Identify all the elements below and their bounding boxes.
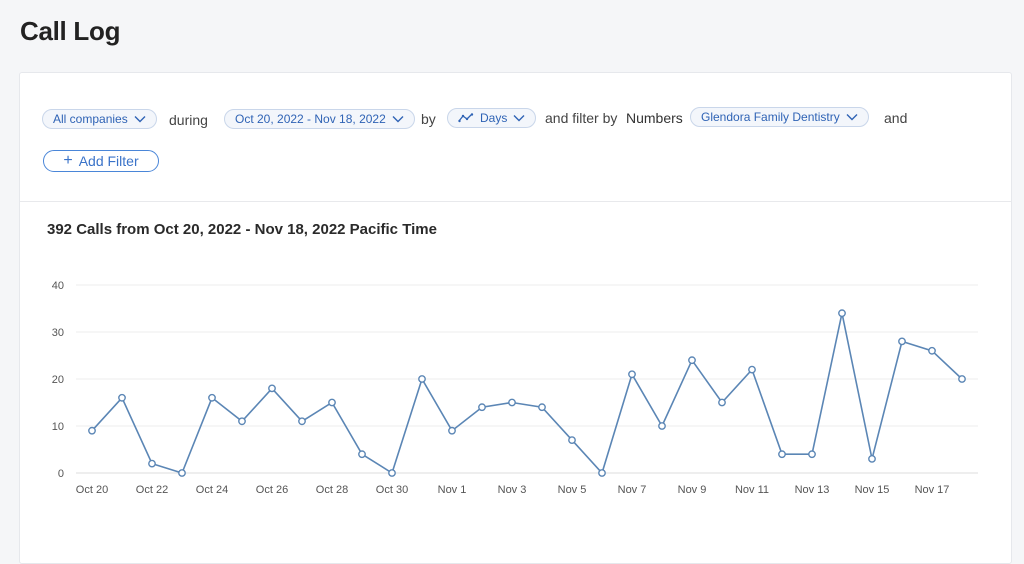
x-tick-label: Nov 13 — [795, 484, 830, 496]
y-tick-label: 30 — [52, 327, 64, 339]
x-tick-label: Oct 28 — [316, 484, 348, 496]
data-point[interactable] — [748, 365, 756, 374]
x-tick-label: Oct 22 — [136, 484, 168, 496]
y-tick-label: 10 — [52, 421, 64, 433]
y-tick-label: 20 — [52, 374, 64, 386]
data-point[interactable] — [838, 309, 846, 318]
x-tick-label: Nov 15 — [855, 484, 890, 496]
data-point[interactable] — [88, 426, 96, 435]
data-point[interactable] — [418, 375, 426, 383]
data-point[interactable] — [178, 469, 186, 477]
data-point[interactable] — [598, 469, 606, 477]
data-point[interactable] — [808, 450, 816, 459]
data-point[interactable] — [508, 398, 516, 407]
x-tick-label: Nov 11 — [735, 484, 769, 496]
data-point[interactable] — [868, 454, 876, 463]
x-tick-label: Oct 30 — [376, 484, 408, 496]
calls-line-chart: 0 10 20 30 40 Oct 20 Oct 22 Oct 24 Oct 26 Oct 28 O… — [52, 280, 978, 496]
x-tick-label: Nov 5 — [558, 484, 587, 496]
data-point[interactable] — [928, 346, 936, 355]
data-point[interactable] — [688, 356, 696, 365]
data-point[interactable] — [448, 426, 456, 435]
data-point[interactable] — [718, 398, 726, 407]
data-point[interactable] — [268, 384, 276, 393]
data-point[interactable] — [958, 375, 966, 383]
x-tick-label: Nov 9 — [678, 484, 707, 496]
data-point[interactable] — [118, 393, 126, 402]
data-point[interactable] — [148, 459, 156, 468]
x-tick-label: Oct 20 — [76, 484, 108, 496]
x-tick-label: Nov 1 — [438, 484, 467, 496]
x-tick-label: Oct 26 — [256, 484, 288, 496]
data-point[interactable] — [208, 393, 216, 402]
data-point[interactable] — [658, 422, 666, 430]
data-point[interactable] — [568, 436, 576, 444]
data-point[interactable] — [538, 403, 546, 412]
data-point[interactable] — [898, 337, 906, 346]
data-point[interactable] — [298, 417, 306, 426]
y-tick-label: 40 — [52, 280, 64, 292]
x-tick-label: Oct 24 — [196, 484, 228, 496]
data-point[interactable] — [628, 370, 636, 379]
x-tick-label: Nov 17 — [915, 484, 950, 496]
y-tick-label: 0 — [58, 468, 64, 480]
data-point[interactable] — [358, 450, 366, 459]
x-tick-label: Nov 3 — [498, 484, 527, 496]
series-line — [91, 313, 963, 475]
data-point[interactable] — [238, 417, 246, 426]
data-point[interactable] — [478, 403, 486, 412]
data-point[interactable] — [778, 450, 786, 459]
data-point[interactable] — [328, 398, 336, 407]
data-point[interactable] — [388, 469, 396, 477]
x-tick-label: Nov 7 — [618, 484, 647, 496]
